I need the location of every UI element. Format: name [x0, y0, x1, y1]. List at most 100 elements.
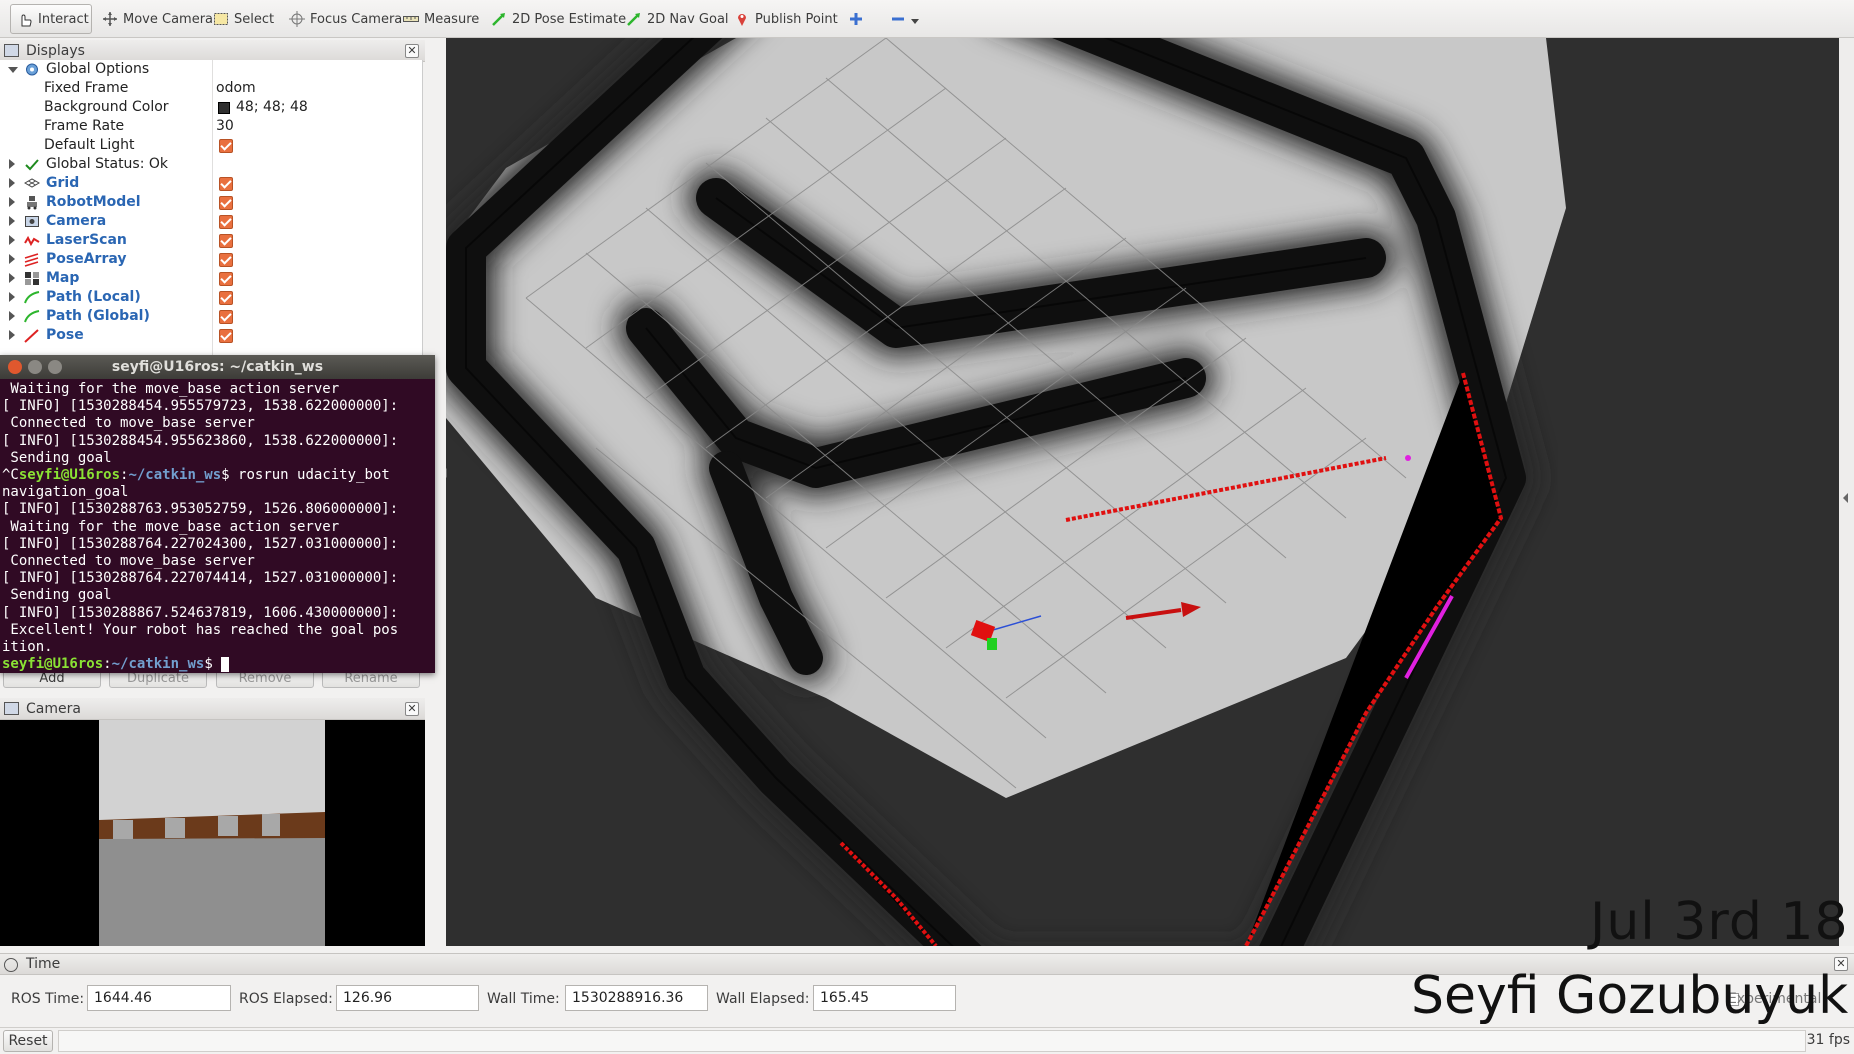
expand-arrow-icon[interactable]: [9, 330, 15, 340]
display-item-pose[interactable]: Pose: [0, 326, 423, 345]
maximize-window-icon[interactable]: [48, 360, 62, 374]
text-cursor: [221, 656, 230, 672]
display-item-path-global[interactable]: Path (Global): [0, 307, 423, 326]
pose-icon: [24, 328, 40, 343]
fixed-frame-row[interactable]: Fixed Frame odom: [0, 79, 423, 98]
fixed-frame-value[interactable]: odom: [216, 79, 256, 98]
display-label: Grid: [46, 175, 80, 191]
wall-time-field[interactable]: 1530288916.36: [565, 985, 708, 1011]
add-tool-button[interactable]: [842, 4, 870, 34]
focus-camera-tool-button[interactable]: Focus Camera: [283, 4, 408, 34]
terminal-line: [ INFO] [1530288454.955623860, 1538.6220…: [2, 432, 399, 449]
display-enable-checkbox[interactable]: [219, 310, 233, 324]
close-window-icon[interactable]: [8, 360, 22, 374]
default-light-label: Default Light: [44, 137, 135, 153]
terminal-line: Excellent! Your robot has reached the go…: [2, 621, 399, 638]
expand-arrow-icon[interactable]: [9, 311, 15, 321]
display-enable-checkbox[interactable]: [219, 253, 233, 267]
terminal-command-line: ^Cseyfi@U16ros:~/catkin_ws$ rosrun udaci…: [2, 467, 390, 484]
terminal-prompt-line[interactable]: seyfi@U16ros:~/catkin_ws$: [2, 656, 433, 673]
default-light-row[interactable]: Default Light: [0, 136, 423, 155]
display-enable-checkbox[interactable]: [219, 177, 233, 191]
select-tool-button[interactable]: Select: [207, 4, 280, 34]
expand-arrow-icon[interactable]: [9, 197, 15, 207]
display-item-posearray[interactable]: PoseArray: [0, 250, 423, 269]
display-label: PoseArray: [46, 251, 127, 267]
frame-rate-row[interactable]: Frame Rate 30: [0, 117, 423, 136]
wall-elapsed-field[interactable]: 165.45: [813, 985, 956, 1011]
remove-tool-menu-button[interactable]: [884, 4, 925, 34]
monitor-icon: [4, 44, 19, 57]
terminal-titlebar[interactable]: seyfi@U16ros: ~/catkin_ws: [0, 355, 435, 379]
display-item-laserscan[interactable]: LaserScan: [0, 231, 423, 250]
expand-arrow-icon[interactable]: [9, 178, 15, 188]
2d-nav-goal-label: 2D Nav Goal: [647, 11, 729, 27]
terminal-line: Connected to move_base server: [2, 415, 255, 432]
laserscan-icon: [24, 233, 40, 248]
expand-arrow-icon[interactable]: [9, 254, 15, 264]
2d-nav-goal-tool-button[interactable]: 2D Nav Goal: [620, 4, 735, 34]
wall-elapsed-label: Wall Elapsed:: [716, 991, 810, 1007]
display-enable-checkbox[interactable]: [219, 291, 233, 305]
terminal-output[interactable]: Waiting for the move_base action server[…: [0, 379, 435, 673]
background-color-row[interactable]: Background Color 48; 48; 48: [0, 98, 423, 117]
expand-arrow-icon[interactable]: [9, 292, 15, 302]
ros-time-label: ROS Time:: [11, 991, 85, 1007]
status-bar: Reset 31 fps: [0, 1027, 1854, 1054]
display-enable-checkbox[interactable]: [219, 196, 233, 210]
expand-arrow-icon[interactable]: [9, 273, 15, 283]
green-arrow-icon: [491, 11, 507, 27]
ruler-icon: [403, 11, 419, 27]
fps-indicator: 31 fps: [1806, 1032, 1850, 1048]
expand-arrow-icon[interactable]: [9, 216, 15, 226]
display-item-grid[interactable]: Grid: [0, 174, 423, 193]
display-enable-checkbox[interactable]: [219, 272, 233, 286]
plus-icon: [848, 11, 864, 27]
terminal-line: Waiting for the move_base action server: [2, 518, 340, 535]
default-light-checkbox[interactable]: [219, 139, 233, 153]
display-label: RobotModel: [46, 194, 141, 210]
move-camera-tool-button[interactable]: Move Camera: [96, 4, 219, 34]
publish-point-tool-button[interactable]: Publish Point: [728, 4, 844, 34]
global-status-row[interactable]: Global Status: Ok: [0, 155, 423, 174]
global-options-label: Global Options: [46, 61, 150, 77]
global-options-row[interactable]: Global Options: [0, 60, 423, 79]
measure-tool-button[interactable]: Measure: [397, 4, 485, 34]
terminal-line: navigation_goal: [2, 484, 129, 501]
right-dock-collapsed[interactable]: [1839, 38, 1854, 946]
color-swatch[interactable]: [218, 102, 230, 114]
terminal-line: [ INFO] [1530288764.227024300, 1527.0310…: [2, 535, 399, 552]
display-item-camera[interactable]: Camera: [0, 212, 423, 231]
focus-camera-label: Focus Camera: [310, 11, 403, 27]
display-label: LaserScan: [46, 232, 127, 248]
close-icon[interactable]: ✕: [405, 702, 419, 716]
frame-rate-value[interactable]: 30: [216, 117, 234, 136]
expand-arrow-icon[interactable]: [9, 235, 15, 245]
ctrl-c-text: ^C: [2, 467, 19, 484]
expand-arrow-icon[interactable]: [9, 159, 15, 169]
reset-button[interactable]: Reset: [3, 1030, 53, 1052]
display-enable-checkbox[interactable]: [219, 215, 233, 229]
2d-pose-estimate-tool-button[interactable]: 2D Pose Estimate: [485, 4, 632, 34]
display-enable-checkbox[interactable]: [219, 329, 233, 343]
background-color-value[interactable]: 48; 48; 48: [236, 98, 308, 117]
prompt-symbol: $: [204, 656, 222, 673]
path-icon: [24, 290, 40, 305]
ros-elapsed-field[interactable]: 126.96: [336, 985, 479, 1011]
display-item-robotmodel[interactable]: RobotModel: [0, 193, 423, 212]
display-enable-checkbox[interactable]: [219, 234, 233, 248]
terminal-line: Sending goal: [2, 449, 112, 466]
ros-time-field[interactable]: 1644.46: [87, 985, 231, 1011]
display-label: Path (Global): [46, 308, 150, 324]
terminal-window[interactable]: seyfi@U16ros: ~/catkin_ws Waiting for th…: [0, 355, 435, 673]
minimize-window-icon[interactable]: [28, 360, 42, 374]
expand-arrow-icon[interactable]: [8, 67, 18, 73]
terminal-line: Connected to move_base server: [2, 553, 255, 570]
3d-render-view[interactable]: [446, 38, 1839, 946]
display-item-map[interactable]: Map: [0, 269, 423, 288]
display-item-path-local[interactable]: Path (Local): [0, 288, 423, 307]
interact-tool-button[interactable]: Interact: [10, 4, 92, 34]
green-arrow-icon: [626, 11, 642, 27]
close-icon[interactable]: ✕: [405, 44, 419, 58]
wall-time-label: Wall Time:: [487, 991, 560, 1007]
